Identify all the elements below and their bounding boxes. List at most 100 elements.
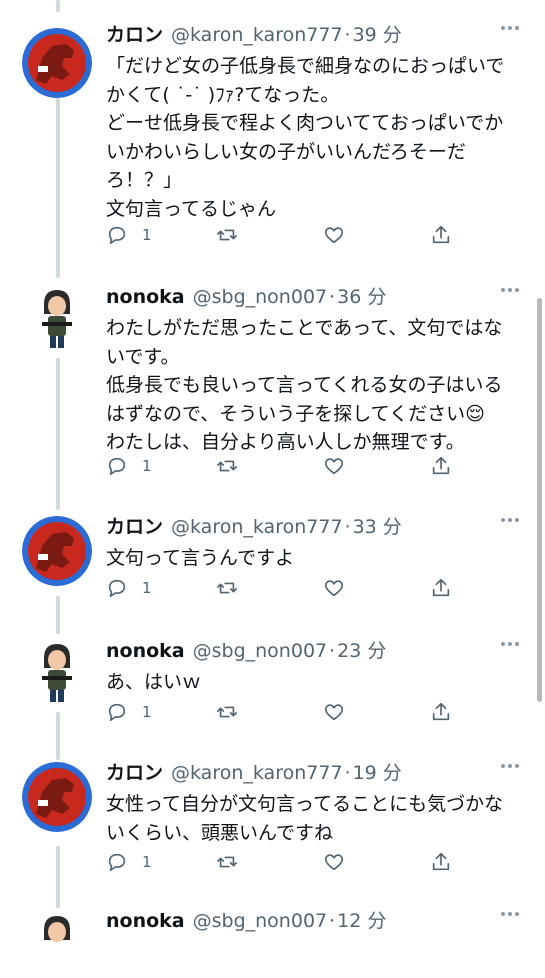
share-icon: [432, 852, 450, 871]
more-icon[interactable]: [501, 642, 523, 650]
reply-button[interactable]: 1: [106, 223, 152, 247]
reply-button[interactable]: 1: [106, 700, 152, 724]
retweet-button[interactable]: [216, 576, 238, 600]
reply-button[interactable]: 1: [106, 454, 152, 478]
reply-button[interactable]: 1: [106, 850, 152, 874]
scrollbar[interactable]: [537, 298, 542, 702]
share-icon: [432, 225, 450, 244]
separator-dot: ·: [329, 640, 336, 662]
reply-count: 1: [142, 226, 152, 244]
user-handle[interactable]: @karon_karon777: [171, 24, 343, 46]
retweet-icon: [217, 229, 237, 241]
reply-count: 1: [142, 853, 152, 871]
share-icon: [432, 702, 450, 721]
avatar-dinosaur-icon: [22, 516, 92, 586]
timestamp[interactable]: 12 分: [337, 910, 386, 932]
thread-line: [56, 98, 60, 278]
reply-icon: [108, 853, 126, 872]
tweet-line: 文句言ってるじゃん: [106, 197, 277, 220]
thread-line: [56, 712, 60, 760]
timestamp[interactable]: 23 分: [337, 640, 386, 662]
reply-button[interactable]: 1: [106, 576, 152, 600]
user-handle[interactable]: @sbg_non007: [193, 910, 328, 932]
display-name[interactable]: カロン: [106, 516, 163, 538]
share-button[interactable]: [430, 576, 452, 600]
share-button[interactable]: [430, 850, 452, 874]
retweet-button[interactable]: [216, 850, 238, 874]
avatar[interactable]: [22, 636, 92, 706]
retweet-button[interactable]: [216, 223, 238, 247]
retweet-icon: [217, 582, 237, 594]
tweet-line: わたしがただ思ったことであって、文句ではな: [106, 317, 503, 339]
retweet-icon: [217, 856, 237, 868]
thread-line: [56, 596, 60, 634]
avatar-dinosaur-icon: [22, 762, 92, 832]
action-bar: 1: [106, 700, 466, 724]
share-button[interactable]: [430, 223, 452, 247]
tweet-line: 文句って言うんですよ: [106, 547, 295, 569]
thread-line: [56, 846, 60, 910]
reply-icon: [108, 226, 126, 245]
tweet-line: 低身長でも良いって言ってくれる女の子はいる: [106, 374, 503, 396]
share-button[interactable]: [430, 700, 452, 724]
more-icon[interactable]: [501, 288, 523, 296]
avatar-person-icon: [22, 282, 92, 352]
timestamp[interactable]: 36 分: [337, 286, 386, 308]
timestamp[interactable]: 39 分: [353, 24, 402, 46]
share-button[interactable]: [430, 454, 452, 478]
user-handle[interactable]: @karon_karon777: [171, 762, 343, 784]
tweet-text: あ、はいｗ: [106, 668, 526, 697]
tweet-line: かくて( ˙-˙ )ﾌｧ?てなった。: [106, 83, 340, 106]
display-name[interactable]: カロン: [106, 24, 163, 46]
display-name[interactable]: nonoka: [106, 286, 185, 308]
avatar[interactable]: [22, 908, 92, 978]
tweet-line: いくらい、頭悪いんですね: [106, 821, 334, 844]
reply-icon: [108, 703, 126, 722]
retweet-button[interactable]: [216, 454, 238, 478]
more-icon[interactable]: [501, 26, 523, 34]
timestamp[interactable]: 19 分: [353, 762, 402, 784]
retweet-icon: [217, 460, 237, 472]
avatar[interactable]: [22, 516, 92, 586]
display-name[interactable]: nonoka: [106, 640, 185, 662]
separator-dot: ·: [344, 516, 351, 538]
share-icon: [432, 456, 450, 475]
tweet-line: 「だけど女の子低身長で細身なのにおっぱいで: [106, 55, 505, 77]
tweet-line: どーせ低身長で程よく肉ついてておっぱいでか: [106, 112, 504, 134]
more-icon[interactable]: [501, 764, 523, 772]
tweet-line: 女性って自分が文句言ってることにも気づかな: [106, 793, 504, 815]
tweet-line: はずなので、そういう子を探してください😌: [106, 402, 485, 425]
more-icon[interactable]: [501, 912, 523, 920]
tweet-line: いかわいらしい女の子がいいんだろそーだ: [106, 140, 466, 163]
separator-dot: ·: [329, 286, 336, 308]
retweet-button[interactable]: [216, 700, 238, 724]
more-icon[interactable]: [501, 518, 523, 526]
share-icon: [432, 578, 450, 597]
display-name[interactable]: カロン: [106, 762, 163, 784]
like-button[interactable]: [323, 454, 345, 478]
avatar[interactable]: [22, 282, 92, 352]
like-icon: [324, 704, 344, 721]
avatar[interactable]: [22, 762, 92, 832]
display-name[interactable]: nonoka: [106, 910, 185, 932]
timestamp[interactable]: 33 分: [353, 516, 402, 538]
user-handle[interactable]: @sbg_non007: [193, 640, 328, 662]
like-button[interactable]: [323, 223, 345, 247]
like-button[interactable]: [323, 850, 345, 874]
avatar[interactable]: [22, 28, 92, 98]
like-button[interactable]: [323, 576, 345, 600]
action-bar: 1: [106, 850, 466, 874]
avatar-person-icon: [22, 908, 92, 978]
like-button[interactable]: [323, 700, 345, 724]
separator-dot: ·: [344, 762, 351, 784]
user-handle[interactable]: @sbg_non007: [193, 286, 328, 308]
action-bar: 1: [106, 576, 466, 600]
separator-dot: ·: [344, 24, 351, 46]
tweet-text: わたしがただ思ったことであって、文句ではな いです。 低身長でも良いって言ってく…: [106, 314, 526, 457]
reply-icon: [108, 457, 126, 476]
retweet-icon: [217, 706, 237, 718]
avatar-dinosaur-icon: [22, 28, 92, 98]
like-icon: [324, 227, 344, 244]
user-handle[interactable]: @karon_karon777: [171, 516, 343, 538]
reply-count: 1: [142, 457, 152, 475]
